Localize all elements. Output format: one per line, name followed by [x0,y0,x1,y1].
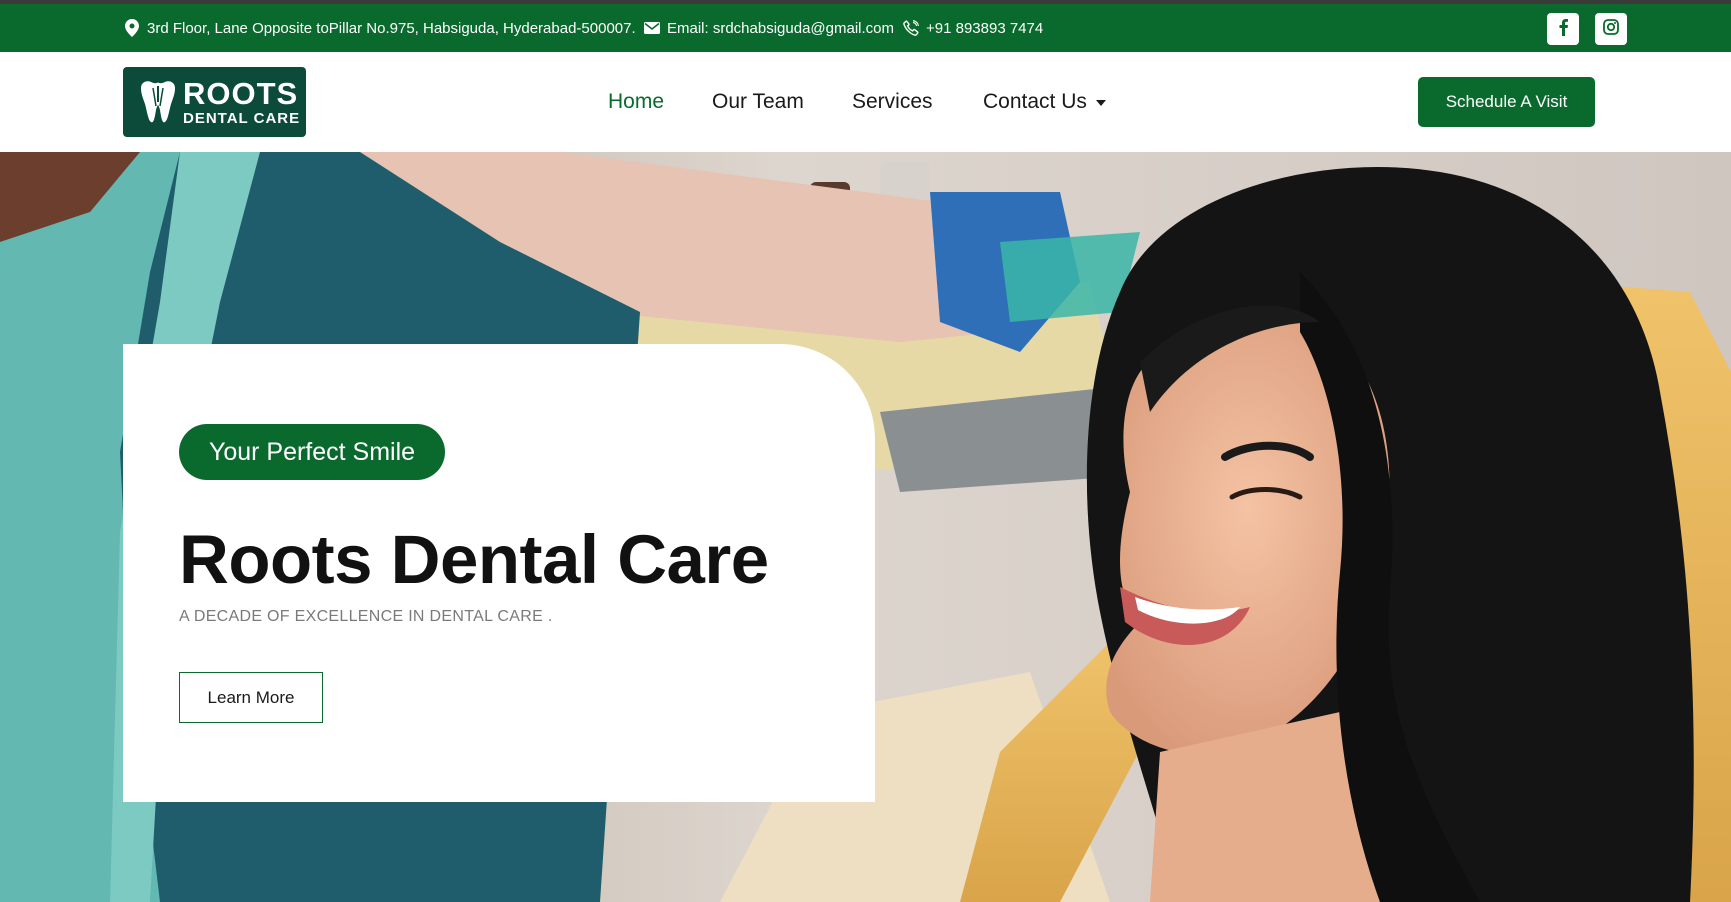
hero-title: Roots Dental Care [179,521,769,598]
nav-home[interactable]: Home [608,52,664,152]
address-info: 3rd Floor, Lane Opposite toPillar No.975… [124,4,636,52]
nav-our-team[interactable]: Our Team [712,52,804,152]
hero-card: Your Perfect Smile Roots Dental Care A D… [123,344,875,802]
tooth-logo-icon [141,81,175,123]
email-text[interactable]: Email: srdchabsiguda@gmail.com [667,20,894,37]
phone-icon [903,19,919,37]
instagram-button[interactable] [1595,13,1627,45]
logo[interactable]: ROOTS DENTAL CARE [123,67,306,137]
nav-contact-us-label: Contact Us [983,90,1087,113]
facebook-button[interactable] [1547,13,1579,45]
chevron-down-icon [1095,100,1106,106]
hero-section: Your Perfect Smile Roots Dental Care A D… [0,152,1731,902]
map-pin-icon [124,19,140,37]
nav-contact-us[interactable]: Contact Us [983,52,1106,152]
site-header: ROOTS DENTAL CARE Home Our Team Services… [0,52,1731,152]
top-info-bar: 3rd Floor, Lane Opposite toPillar No.975… [0,0,1731,52]
logo-text-dental-care: DENTAL CARE [183,110,301,127]
logo-text-roots: ROOTS [183,76,299,111]
phone-text[interactable]: +91 893893 7474 [926,20,1043,37]
phone-info[interactable]: +91 893893 7474 [903,4,1043,52]
address-text: 3rd Floor, Lane Opposite toPillar No.975… [147,19,636,37]
email-info[interactable]: Email: srdchabsiguda@gmail.com [644,4,894,52]
hero-subtitle: A DECADE OF EXCELLENCE IN DENTAL CARE . [179,608,553,625]
hero-badge: Your Perfect Smile [179,424,445,480]
facebook-icon [1557,18,1569,41]
nav-services[interactable]: Services [852,52,933,152]
learn-more-button[interactable]: Learn More [179,672,323,723]
schedule-visit-button[interactable]: Schedule A Visit [1418,77,1595,127]
instagram-icon [1603,18,1619,40]
envelope-icon [644,19,660,37]
